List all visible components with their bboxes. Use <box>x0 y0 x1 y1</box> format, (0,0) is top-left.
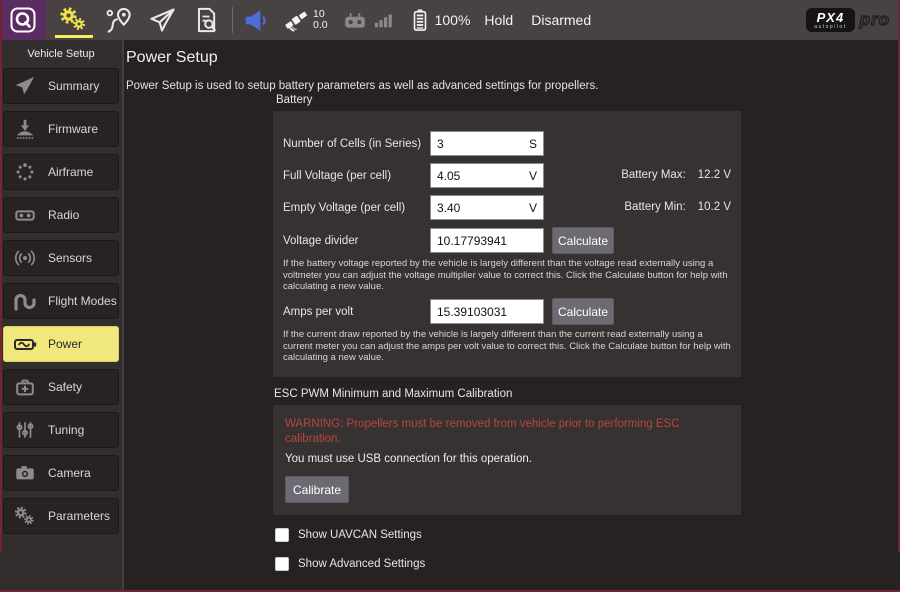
amps-per-volt-field[interactable] <box>430 299 544 324</box>
plan-tab[interactable] <box>96 0 140 40</box>
sidebar-item-label: Power <box>48 337 82 351</box>
flight-modes-icon <box>11 288 39 314</box>
px4-pro-text: pro <box>860 10 890 30</box>
window-border-left <box>0 0 2 552</box>
armed-state-indicator[interactable]: Disarmed <box>531 12 591 28</box>
cells-input[interactable] <box>431 137 529 151</box>
audio-indicator[interactable] <box>243 7 269 33</box>
battery-percent: 100% <box>435 12 471 28</box>
power-icon <box>11 331 39 357</box>
esc-group-label: ESC PWM Minimum and Maximum Calibration <box>274 388 512 400</box>
page-title: Power Setup <box>126 49 218 67</box>
gps-indicator[interactable]: 10 0.0 <box>283 7 328 33</box>
battery-min-label: Battery Min: <box>624 195 685 220</box>
sidebar-item-camera[interactable]: Camera <box>3 455 119 491</box>
sidebar-item-label: Safety <box>48 380 82 394</box>
px4-autopilot-text: autopilot <box>814 24 846 30</box>
sidebar-item-flight-modes[interactable]: Flight Modes <box>3 283 119 319</box>
battery-max-value: 12.2 V <box>698 163 731 188</box>
radio-icon <box>11 202 39 228</box>
sidebar-item-airframe[interactable]: Airframe <box>3 154 119 190</box>
sidebar-item-tuning[interactable]: Tuning <box>3 412 119 448</box>
safety-icon <box>11 374 39 400</box>
voltage-divider-help: If the battery voltage reported by the v… <box>283 258 733 293</box>
sensors-icon <box>11 245 39 271</box>
sidebar-item-label: Radio <box>48 208 79 222</box>
sidebar-item-radio[interactable]: Radio <box>3 197 119 233</box>
voltage-divider-input[interactable] <box>431 234 543 248</box>
qgc-logo-icon[interactable] <box>0 0 46 40</box>
empty-voltage-input[interactable] <box>431 201 529 215</box>
px4-logo-text: PX4 <box>817 11 845 24</box>
gps-hdop: 0.0 <box>313 20 328 31</box>
full-voltage-unit: V <box>529 169 543 183</box>
sidebar-item-label: Camera <box>48 466 91 480</box>
battery-min-value: 10.2 V <box>698 195 731 220</box>
sidebar-item-summary[interactable]: Summary <box>3 68 119 104</box>
voltage-divider-field[interactable] <box>430 228 544 253</box>
sidebar-item-sensors[interactable]: Sensors <box>3 240 119 276</box>
fly-tab[interactable] <box>140 0 184 40</box>
empty-voltage-field[interactable]: V <box>430 195 544 220</box>
show-uavcan-settings-label: Show UAVCAN Settings <box>298 529 422 541</box>
voltage-divider-calculate-button[interactable]: Calculate <box>552 227 614 254</box>
full-voltage-input[interactable] <box>431 169 529 183</box>
toolbar-separator <box>232 7 233 33</box>
cells-unit: S <box>529 137 543 151</box>
vehicle-setup-sidebar: Vehicle Setup Summary Firmware <box>0 40 122 592</box>
sidebar-item-safety[interactable]: Safety <box>3 369 119 405</box>
esc-usb-note: You must use USB connection for this ope… <box>285 453 532 465</box>
sidebar-item-label: Firmware <box>48 122 98 136</box>
rc-indicator[interactable] <box>342 7 395 33</box>
empty-voltage-label: Empty Voltage (per cell) <box>283 195 405 221</box>
page-subtitle: Power Setup is used to setup battery par… <box>126 80 598 92</box>
sidebar-item-label: Flight Modes <box>48 294 117 308</box>
cells-label: Number of Cells (in Series) <box>283 131 421 157</box>
battery-indicator[interactable]: 100% <box>409 7 471 33</box>
parameters-icon <box>11 503 39 529</box>
sidebar-title: Vehicle Setup <box>0 40 122 66</box>
vehicle-setup-tab[interactable] <box>52 0 96 40</box>
top-toolbar: 10 0.0 <box>0 0 900 40</box>
sidebar-item-parameters[interactable]: Parameters <box>3 498 119 534</box>
flight-mode-indicator[interactable]: Hold <box>484 12 513 28</box>
esc-warning-text: WARNING: Propellers must be removed from… <box>285 417 721 447</box>
sidebar-item-label: Airframe <box>48 165 93 179</box>
sidebar-item-label: Summary <box>48 79 99 93</box>
empty-voltage-unit: V <box>529 201 543 215</box>
amps-per-volt-input[interactable] <box>431 305 543 319</box>
sidebar-item-firmware[interactable]: Firmware <box>3 111 119 147</box>
airframe-icon <box>11 159 39 185</box>
px4-logo: PX4 autopilot pro <box>806 8 890 32</box>
analyze-tab[interactable] <box>184 0 228 40</box>
amps-per-volt-label: Amps per volt <box>283 299 353 325</box>
full-voltage-field[interactable]: V <box>430 163 544 188</box>
voltage-divider-label: Voltage divider <box>283 228 358 254</box>
sidebar-item-label: Parameters <box>48 509 110 523</box>
show-uavcan-settings-checkbox[interactable] <box>275 528 289 542</box>
active-tab-underline <box>55 35 93 38</box>
camera-icon <box>11 460 39 486</box>
battery-group-label: Battery <box>276 94 312 106</box>
amps-per-volt-calculate-button[interactable]: Calculate <box>552 298 614 325</box>
firmware-icon <box>11 116 39 142</box>
cells-field[interactable]: S <box>430 131 544 156</box>
sidebar-item-power[interactable]: Power <box>3 326 119 362</box>
show-uavcan-settings-checkbox-row[interactable]: Show UAVCAN Settings <box>275 528 422 542</box>
sidebar-item-label: Tuning <box>48 423 84 437</box>
sidebar-divider <box>122 40 124 592</box>
sidebar-item-label: Sensors <box>48 251 92 265</box>
summary-icon <box>11 73 39 99</box>
esc-panel: WARNING: Propellers must be removed from… <box>273 405 741 515</box>
calibrate-button[interactable]: Calibrate <box>285 476 349 503</box>
battery-max-label: Battery Max: <box>621 163 686 188</box>
full-voltage-label: Full Voltage (per cell) <box>283 163 391 189</box>
show-advanced-settings-checkbox-row[interactable]: Show Advanced Settings <box>275 557 425 571</box>
show-advanced-settings-label: Show Advanced Settings <box>298 558 425 570</box>
show-advanced-settings-checkbox[interactable] <box>275 557 289 571</box>
tuning-icon <box>11 417 39 443</box>
battery-panel: Number of Cells (in Series) S Full Volta… <box>273 111 741 377</box>
amps-per-volt-help: If the current draw reported by the vehi… <box>283 329 733 364</box>
